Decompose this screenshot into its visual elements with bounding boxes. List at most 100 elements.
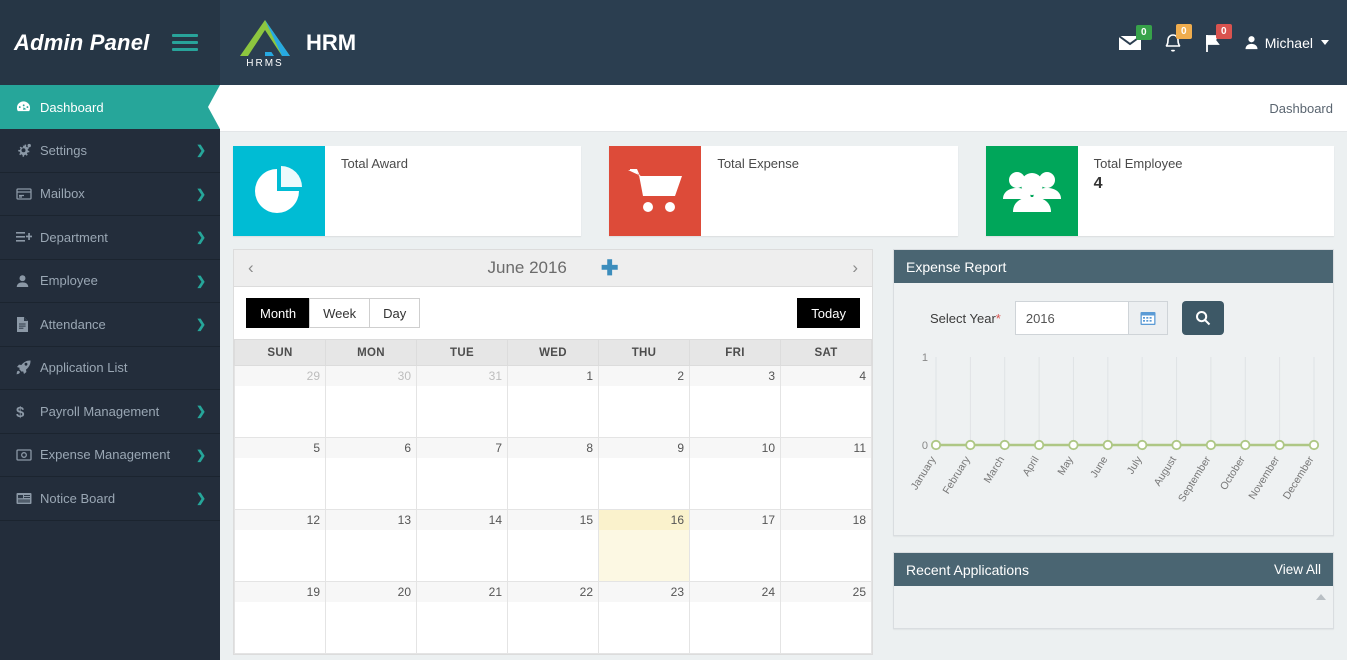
today-button[interactable]: Today <box>797 298 860 328</box>
calendar-view-week[interactable]: Week <box>309 298 371 328</box>
stat-card-total-expense[interactable]: Total Expense <box>609 146 958 236</box>
svg-text:September: September <box>1176 454 1214 504</box>
svg-text:October: October <box>1218 454 1248 492</box>
calendar-day-cell[interactable]: 13 <box>325 509 417 582</box>
calendar-day-cell[interactable]: 2 <box>598 365 690 438</box>
sidebar-item-employee[interactable]: Employee ❯ <box>0 260 220 303</box>
sidebar-item-payroll-management[interactable]: $ Payroll Management ❯ <box>0 390 220 434</box>
sidebar-item-settings[interactable]: Settings ❯ <box>0 129 220 173</box>
year-input-group <box>1014 301 1168 335</box>
calendar-day-number: 22 <box>508 582 598 602</box>
sidebar-item-department[interactable]: Department ❯ <box>0 216 220 260</box>
calendar-day-number: 9 <box>599 438 689 458</box>
calendar-day-cell[interactable]: 19 <box>234 581 326 654</box>
sidebar-item-mailbox[interactable]: Mailbox ❯ <box>0 173 220 216</box>
expense-chart: 1 0 January February March April May June July Au… <box>906 345 1321 525</box>
calendar-view-day[interactable]: Day <box>369 298 421 328</box>
calendar-day-cell[interactable]: 17 <box>689 509 781 582</box>
calendar-day-cell[interactable]: 24 <box>689 581 781 654</box>
calendar-day-cell[interactable]: 11 <box>780 437 872 510</box>
sidebar-item-label: Application List <box>40 360 128 376</box>
svg-text:0: 0 <box>922 440 928 452</box>
calendar-day-cell[interactable]: 31 <box>416 365 508 438</box>
calendar-day-number: 14 <box>417 510 507 530</box>
stat-card-label: Total Employee <box>1093 156 1183 171</box>
calendar-day-cell[interactable]: 5 <box>234 437 326 510</box>
calendar-day-cell[interactable]: 15 <box>507 509 599 582</box>
svg-text:May: May <box>1055 454 1076 478</box>
select-year-label: Select Year* <box>930 310 1001 326</box>
stat-card-total-employee[interactable]: Total Employee 4 <box>985 146 1334 236</box>
calendar-day-cell[interactable]: 23 <box>598 581 690 654</box>
calendar-day-cell[interactable]: 29 <box>234 365 326 438</box>
calendar-day-cell[interactable]: 18 <box>780 509 872 582</box>
pie-chart-icon <box>233 146 325 236</box>
recent-applications-header: Recent Applications View All <box>894 553 1333 586</box>
stat-cards: Total Award Total Expense Total Employee 4 <box>220 132 1347 236</box>
search-button[interactable] <box>1181 301 1224 335</box>
stat-card-total-award[interactable]: Total Award <box>233 146 582 236</box>
chevron-right-icon: ❯ <box>195 447 206 462</box>
calendar-view-month[interactable]: Month <box>246 298 311 328</box>
calendar-next-icon[interactable]: › <box>838 258 858 278</box>
calendar-icon[interactable] <box>1127 301 1168 335</box>
required-asterisk: * <box>995 310 1001 326</box>
stat-card-label: Total Award <box>341 156 408 171</box>
calendar-day-cell[interactable]: 3 <box>689 365 781 438</box>
calendar-weekday-header: MON <box>325 339 417 366</box>
calendar-day-cell[interactable]: 1 <box>507 365 599 438</box>
sidebar-item-dashboard[interactable]: Dashboard <box>0 85 220 129</box>
sidebar-item-attendance[interactable]: Attendance ❯ <box>0 303 220 347</box>
messages-icon[interactable]: 0 <box>1118 24 1152 52</box>
calendar-day-number: 10 <box>690 438 780 458</box>
calendar-day-number: 7 <box>417 438 507 458</box>
sidebar-item-label: Settings <box>40 142 87 158</box>
hamburger-icon[interactable] <box>172 34 198 51</box>
breadcrumb: Dashboard <box>220 85 1347 132</box>
flags-icon[interactable]: 0 <box>1204 23 1232 53</box>
dashboard-row: ‹ June 2016 ✚ › Month Week Day Today SUN MO… <box>220 236 1347 655</box>
view-all-link[interactable]: View All <box>1274 562 1321 577</box>
calendar-day-number: 5 <box>235 438 325 458</box>
calendar-day-cell[interactable]: 10 <box>689 437 781 510</box>
app-logo: HRMS HRM <box>238 18 356 69</box>
header-bar: HRMS HRM 0 0 0 Michael <box>220 0 1347 85</box>
recent-applications-body <box>894 586 1333 628</box>
sidebar-item-notice-board[interactable]: Notice Board ❯ <box>0 477 220 521</box>
add-event-icon[interactable]: ✚ <box>601 258 619 279</box>
calendar-day-cell[interactable]: 4 <box>780 365 872 438</box>
calendar-day-cell[interactable]: 14 <box>416 509 508 582</box>
logo-text: HRMS <box>246 57 284 69</box>
calendar-day-number: 1 <box>508 366 598 386</box>
calendar-prev-icon[interactable]: ‹ <box>248 258 268 278</box>
calendar-day-cell[interactable]: 30 <box>325 365 417 438</box>
calendar-day-number: 29 <box>235 366 325 386</box>
calendar-day-number: 11 <box>781 438 871 458</box>
calendar-day-cell[interactable]: 22 <box>507 581 599 654</box>
calendar-day-number: 12 <box>235 510 325 530</box>
calendar-day-cell[interactable]: 16 <box>598 509 690 582</box>
chevron-right-icon: ❯ <box>195 491 206 506</box>
sidebar-item-expense-management[interactable]: Expense Management ❯ <box>0 434 220 477</box>
chevron-right-icon: ❯ <box>195 317 206 332</box>
calendar-day-number: 3 <box>690 366 780 386</box>
file-icon <box>16 316 40 332</box>
svg-text:March: March <box>982 454 1008 485</box>
user-menu[interactable]: Michael <box>1244 35 1329 51</box>
notifications-icon[interactable]: 0 <box>1164 23 1192 53</box>
calendar-day-cell[interactable]: 21 <box>416 581 508 654</box>
calendar-day-cell[interactable]: 8 <box>507 437 599 510</box>
calendar-day-cell[interactable]: 20 <box>325 581 417 654</box>
stat-card-value: 4 <box>1093 175 1103 192</box>
year-input[interactable] <box>1014 301 1128 335</box>
sidebar-item-application-list[interactable]: Application List <box>0 347 220 390</box>
calendar-title: June 2016 <box>487 258 567 277</box>
calendar-day-cell[interactable]: 9 <box>598 437 690 510</box>
calendar-day-cell[interactable]: 12 <box>234 509 326 582</box>
calendar-day-number: 24 <box>690 582 780 602</box>
calendar-title-bar: ‹ June 2016 ✚ › <box>234 250 872 287</box>
calendar-day-cell[interactable]: 6 <box>325 437 417 510</box>
calendar-day-cell[interactable]: 7 <box>416 437 508 510</box>
calendar-day-cell[interactable]: 25 <box>780 581 872 654</box>
scroll-up-icon[interactable] <box>1316 594 1326 600</box>
